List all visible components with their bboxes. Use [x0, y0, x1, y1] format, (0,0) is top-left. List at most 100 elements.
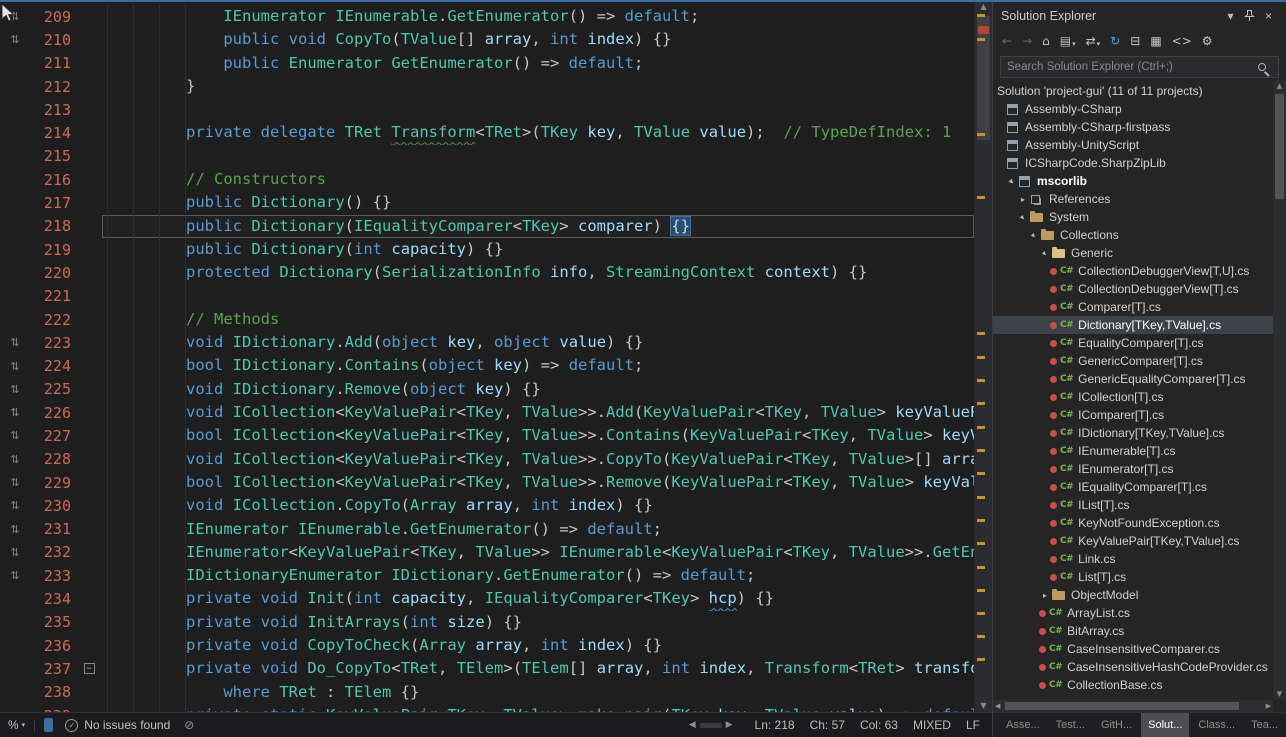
line-number[interactable]: 227 — [30, 427, 76, 445]
line-number[interactable]: 236 — [30, 637, 76, 655]
tree-item-genericequalitycomparer-t-cs[interactable]: C#GenericEqualityComparer[T].cs — [993, 370, 1273, 388]
line-number[interactable]: 232 — [30, 543, 76, 561]
implements-indicator-icon[interactable]: ⇅ — [0, 453, 30, 466]
implements-indicator-icon[interactable]: ⇅ — [0, 360, 30, 373]
code-text[interactable]: void ICollection<KeyValuePair<TKey, TVal… — [102, 401, 974, 424]
tree-item-genericcomparer-t-cs[interactable]: C#GenericComparer[T].cs — [993, 352, 1273, 370]
code-line-221[interactable]: 221 — [0, 285, 974, 308]
tree-item-assembly-csharp-firstpass[interactable]: Assembly-CSharp-firstpass — [993, 118, 1273, 136]
collapse-arrow-icon[interactable]: ▸ — [1005, 174, 1020, 189]
tool-window-tab-class[interactable]: Class... — [1191, 713, 1242, 737]
line-number[interactable]: 234 — [30, 590, 76, 608]
code-text[interactable]: bool ICollection<KeyValuePair<TKey, TVal… — [102, 424, 974, 447]
collapse-arrow-icon[interactable]: ▸ — [1016, 210, 1031, 225]
pin-icon[interactable] — [1240, 10, 1259, 22]
code-text[interactable]: private void CopyToCheck(Array array, in… — [102, 634, 974, 657]
tree-item-bitarray-cs[interactable]: C#BitArray.cs — [993, 622, 1273, 640]
tree-item-iequalitycomparer-t-cs[interactable]: C#IEqualityComparer[T].cs — [993, 478, 1273, 496]
tree-item-collectiondebuggerview-t-cs[interactable]: C#CollectionDebuggerView[T].cs — [993, 280, 1273, 298]
code-line-228[interactable]: ⇅228 void ICollection<KeyValuePair<TKey,… — [0, 448, 974, 471]
tool-window-tab-test[interactable]: Test... — [1049, 713, 1092, 737]
code-text[interactable]: public Dictionary(int capacity) {} — [102, 238, 974, 261]
notifications-muted-icon[interactable]: ⊘ — [184, 718, 194, 732]
code-line-227[interactable]: ⇅227 bool ICollection<KeyValuePair<TKey,… — [0, 424, 974, 447]
line-number[interactable]: 233 — [30, 567, 76, 585]
code-line-239[interactable]: 239 private static KeyValuePair<TKey, TV… — [0, 704, 974, 712]
line-number[interactable]: 226 — [30, 404, 76, 422]
line-number[interactable]: 230 — [30, 497, 76, 515]
line-number[interactable]: 228 — [30, 450, 76, 468]
properties-icon[interactable]: ⚙ — [1202, 34, 1213, 48]
tree-item-icsharpcode-sharpziplib[interactable]: ICSharpCode.SharpZipLib — [993, 154, 1273, 172]
document-health-status[interactable]: No issues found — [84, 718, 170, 732]
scroll-up-icon[interactable]: ▲ — [1273, 82, 1286, 90]
tree-item-solution-project-gui-11-of-11-projec[interactable]: Solution 'project-gui' (11 of 11 project… — [993, 82, 1273, 100]
code-text[interactable]: private void Do_CopyTo<TRet, TElem>(TEle… — [102, 657, 974, 680]
code-text[interactable]: protected Dictionary(SerializationInfo i… — [102, 261, 974, 284]
tree-item-arraylist-cs[interactable]: C#ArrayList.cs — [993, 604, 1273, 622]
code-line-223[interactable]: ⇅223 void IDictionary.Add(object key, ob… — [0, 331, 974, 354]
tree-item-caseinsensitivecomparer-cs[interactable]: C#CaseInsensitiveComparer.cs — [993, 640, 1273, 658]
scroll-track[interactable] — [700, 723, 722, 728]
code-line-222[interactable]: 222 // Methods — [0, 308, 974, 331]
line-number[interactable]: 211 — [30, 54, 76, 72]
tree-item-assembly-csharp[interactable]: Assembly-CSharp — [993, 100, 1273, 118]
line-number[interactable]: 223 — [30, 334, 76, 352]
code-text[interactable]: // Methods — [102, 308, 974, 331]
line-number[interactable]: 225 — [30, 380, 76, 398]
implements-indicator-icon[interactable]: ⇅ — [0, 569, 30, 582]
code-editor[interactable]: ⇅209 IEnumerator IEnumerable.GetEnumerat… — [0, 0, 974, 712]
code-line-218[interactable]: 218 public Dictionary(IEqualityComparer<… — [0, 215, 974, 238]
code-line-224[interactable]: ⇅224 bool IDictionary.Contains(object ke… — [0, 354, 974, 377]
tree-item-collectiondebuggerview-t-u-cs[interactable]: C#CollectionDebuggerView[T,U].cs — [993, 262, 1273, 280]
code-line-236[interactable]: 236 private void CopyToCheck(Array array… — [0, 634, 974, 657]
code-line-225[interactable]: ⇅225 void IDictionary.Remove(object key)… — [0, 378, 974, 401]
implements-indicator-icon[interactable]: ⇅ — [0, 383, 30, 396]
code-text[interactable]: void IDictionary.Add(object key, object … — [102, 331, 974, 354]
line-number[interactable]: 215 — [30, 147, 76, 165]
line-number[interactable]: 216 — [30, 171, 76, 189]
code-line-230[interactable]: ⇅230 void ICollection.CopyTo(Array array… — [0, 494, 974, 517]
implements-indicator-icon[interactable]: ⇅ — [0, 546, 30, 559]
code-line-220[interactable]: 220 protected Dictionary(SerializationIn… — [0, 261, 974, 284]
scroll-right-icon[interactable]: ▶ — [726, 720, 733, 730]
line-number[interactable]: 214 — [30, 124, 76, 142]
code-text[interactable]: void IDictionary.Remove(object key) {} — [102, 378, 974, 401]
tree-item-icomparer-t-cs[interactable]: C#IComparer[T].cs — [993, 406, 1273, 424]
code-line-211[interactable]: 211 public Enumerator GetEnumerator() =>… — [0, 52, 974, 75]
code-text[interactable] — [102, 98, 974, 121]
line-number[interactable]: 209 — [30, 8, 76, 26]
tree-item-keyvaluepair-tkey-tvalue-cs[interactable]: C#KeyValuePair[TKey,TValue].cs — [993, 532, 1273, 550]
code-text[interactable]: private static KeyValuePair<TKey, TValue… — [102, 704, 974, 712]
code-line-213[interactable]: 213 — [0, 98, 974, 121]
tree-item-comparer-t-cs[interactable]: C#Comparer[T].cs — [993, 298, 1273, 316]
code-text[interactable]: private delegate TRet Transform<TRet>(TK… — [102, 121, 974, 144]
tree-item-ienumerator-t-cs[interactable]: C#IEnumerator[T].cs — [993, 460, 1273, 478]
tool-window-tab-solut[interactable]: Solut... — [1141, 713, 1189, 737]
code-line-209[interactable]: ⇅209 IEnumerator IEnumerable.GetEnumerat… — [0, 5, 974, 28]
code-text[interactable]: void ICollection.CopyTo(Array array, int… — [102, 494, 974, 517]
code-line-233[interactable]: ⇅233 IDictionaryEnumerator IDictionary.G… — [0, 564, 974, 587]
tree-item-caseinsensitivehashcodeprovider-cs[interactable]: C#CaseInsensitiveHashCodeProvider.cs — [993, 658, 1273, 676]
code-line-237[interactable]: 237− private void Do_CopyTo<TRet, TElem>… — [0, 657, 974, 680]
line-number[interactable]: 224 — [30, 357, 76, 375]
fold-toggle[interactable]: − — [76, 663, 102, 674]
window-position-icon[interactable]: ▾ — [1221, 9, 1240, 23]
code-line-214[interactable]: 214 private delegate TRet Transform<TRet… — [0, 121, 974, 144]
scrollbar-thumb[interactable] — [1275, 94, 1284, 199]
line-number[interactable]: 222 — [30, 311, 76, 329]
code-text[interactable]: IDictionaryEnumerator IDictionary.GetEnu… — [102, 564, 974, 587]
implements-indicator-icon[interactable]: ⇅ — [0, 523, 30, 536]
code-text[interactable] — [102, 285, 974, 308]
editor-vertical-scrollbar[interactable]: ▲ ▼ — [974, 0, 992, 712]
close-icon[interactable]: × — [1259, 9, 1278, 23]
tree-item-collections[interactable]: ▸Collections — [993, 226, 1273, 244]
code-line-217[interactable]: 217 public Dictionary() {} — [0, 191, 974, 214]
tree-item-system[interactable]: ▸System — [993, 208, 1273, 226]
scrollbar-thumb[interactable] — [1005, 702, 1239, 710]
search-icon[interactable] — [1258, 63, 1266, 71]
scrollbar-thumb[interactable] — [977, 16, 990, 140]
collapse-arrow-icon[interactable]: ▸ — [1027, 228, 1042, 243]
code-text[interactable]: where TRet : TElem {} — [102, 681, 974, 704]
search-input[interactable] — [1007, 61, 1252, 73]
